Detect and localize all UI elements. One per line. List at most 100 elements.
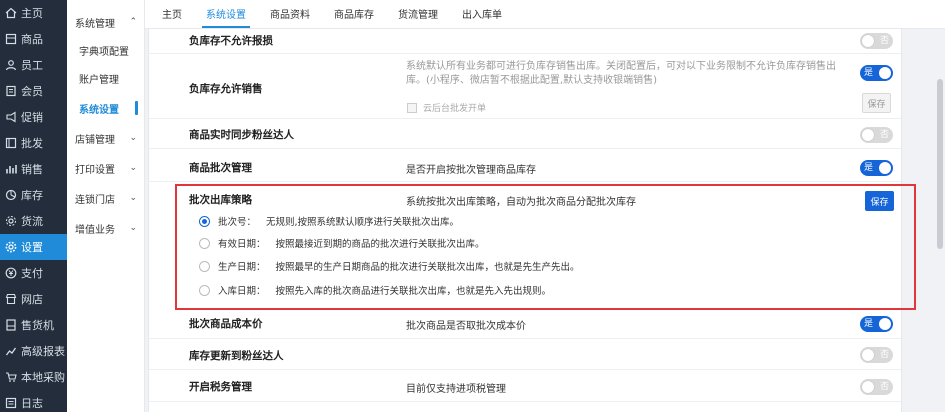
store-icon [5, 293, 17, 305]
checkbox-label: 云后台批发开单 [423, 104, 487, 114]
submenu-account[interactable]: 账户管理 [67, 67, 145, 89]
nav-item-payment[interactable]: 支付 [0, 260, 67, 286]
nav-item-product[interactable]: 商品 [0, 26, 67, 52]
nav-item-staff[interactable]: 员工 [0, 52, 67, 78]
nav-label: 员工 [21, 59, 43, 72]
chevron-down-icon: ⌄ [129, 223, 137, 233]
submenu-dict[interactable]: 字典项配置 [67, 39, 145, 61]
nav-label: 促销 [21, 111, 43, 124]
nav-label: 库存 [21, 189, 43, 202]
submenu-settings[interactable]: 系统设置 [67, 97, 145, 119]
checkbox-box[interactable] [407, 102, 417, 113]
nav-item-promo[interactable]: 促销 [0, 104, 67, 130]
submenu-label: 系统设置 [79, 104, 119, 116]
chevron-down-icon: ⌄ [129, 163, 137, 173]
submenu-system[interactable]: 系统管理 ⌃ [67, 11, 145, 33]
toggle-knob [862, 35, 874, 47]
setting-row-stock-fans: 库存更新到粉丝达人 否 [149, 339, 903, 370]
toggle-knob [879, 318, 891, 330]
scrollbar[interactable] [936, 29, 945, 412]
nav-item-report[interactable]: 高级报表 [0, 338, 67, 364]
nav-item-purchase[interactable]: 本地采购 [0, 364, 67, 390]
setting-label: 开启税务管理 [189, 381, 252, 393]
setting-label: 负库存允许销售 [189, 83, 263, 95]
nav-label: 高级报表 [21, 345, 65, 358]
submenu-label: 打印设置 [75, 164, 115, 176]
nav-item-wholesale[interactable]: 批发 [0, 130, 67, 156]
nav-item-store[interactable]: 网店 [0, 286, 67, 312]
selected-indicator [135, 101, 138, 115]
chevron-up-icon: ⌃ [129, 17, 137, 27]
tab-goods-flow[interactable]: 货流管理 [386, 0, 450, 28]
toggle-switch[interactable]: 否 [860, 379, 893, 395]
nav-item-home[interactable]: 主页 [0, 0, 67, 26]
home-icon [5, 7, 17, 19]
nav-label: 支付 [21, 267, 43, 280]
highlight-box [175, 184, 916, 310]
setting-row-neg-allowed: 负库存允许销售 系统默认所有业务都可进行负库存销售出库。关闭配置后，可对以下业务… [149, 54, 903, 119]
wholesale-icon [5, 137, 17, 149]
save-button[interactable]: 保存 [862, 93, 891, 113]
nav-item-log[interactable]: 日志 [0, 390, 67, 412]
toggle-switch[interactable]: 是 [860, 160, 893, 176]
toggle-text: 否 [879, 382, 889, 392]
toggle-switch[interactable]: 是 [860, 316, 893, 332]
nav-label: 本地采购 [21, 371, 65, 384]
toggle-switch[interactable]: 否 [860, 33, 893, 49]
submenu-value-added[interactable]: 增值业务 ⌄ [67, 217, 145, 239]
nav-label: 货流 [21, 215, 43, 228]
setting-label: 商品实时同步粉丝达人 [189, 129, 294, 141]
chevron-down-icon: ⌄ [129, 193, 137, 203]
nav-item-member[interactable]: 会员 [0, 78, 67, 104]
scrollbar-thumb[interactable] [937, 79, 943, 249]
gear-icon [5, 241, 17, 253]
inventory-icon [5, 189, 17, 201]
settings-panel: 负库存不允许报损 否 负库存允许销售 系统默认所有业务都可进行负库存销售出库。关… [148, 29, 916, 412]
nav-item-settings[interactable]: 设置 [0, 234, 67, 260]
toggle-text: 是 [864, 68, 874, 78]
nav-item-sales[interactable]: 销售 [0, 156, 67, 182]
setting-label: 批次商品成本价 [189, 318, 263, 330]
nav-label: 会员 [21, 85, 43, 98]
submenu-label: 增值业务 [75, 224, 115, 236]
submenu-label: 系统管理 [75, 18, 115, 30]
submenu-store[interactable]: 店铺管理 ⌄ [67, 127, 145, 149]
toggle-switch[interactable]: 否 [860, 127, 893, 143]
nav-label: 设置 [21, 241, 43, 254]
report-icon [5, 345, 17, 357]
nav-label: 批发 [21, 137, 43, 150]
nav-label: 主页 [21, 7, 43, 20]
payment-icon [5, 267, 17, 279]
tab-product-stock[interactable]: 商品库存 [322, 0, 386, 28]
tab-home[interactable]: 主页 [150, 0, 194, 28]
setting-description: 是否开启按批次管理商品库存 [406, 165, 536, 176]
setting-description: 批次商品是否取批次成本价 [406, 321, 526, 332]
tab-product-info[interactable]: 商品资料 [258, 0, 322, 28]
staff-icon [5, 59, 17, 71]
promo-icon [5, 111, 17, 123]
submenu-chain[interactable]: 连锁门店 ⌄ [67, 187, 145, 209]
setting-label: 商品批次管理 [189, 162, 252, 174]
tab-stock-orders[interactable]: 出入库单 [450, 0, 514, 28]
submenu-print[interactable]: 打印设置 ⌄ [67, 157, 145, 179]
toggle-knob [862, 349, 874, 361]
setting-row-neg-not-allowed: 负库存不允许报损 否 [149, 29, 903, 54]
tab-system-settings[interactable]: 系统设置 [194, 0, 258, 28]
toggle-knob [862, 129, 874, 141]
nav-label: 售货机 [21, 319, 54, 332]
toggle-text: 否 [879, 36, 889, 46]
setting-row-sync-fans: 商品实时同步粉丝达人 否 [149, 119, 903, 149]
toggle-switch[interactable]: 否 [860, 347, 893, 363]
toggle-text: 否 [879, 130, 889, 140]
nav-item-goods-flow[interactable]: 货流 [0, 208, 67, 234]
tab-bar: 主页 系统设置 商品资料 商品库存 货流管理 出入库单 [145, 0, 945, 29]
nav-item-inventory[interactable]: 库存 [0, 182, 67, 208]
setting-row-tax: 开启税务管理 目前仅支持进项税管理 否 [149, 370, 903, 402]
checkbox-wholesale-order[interactable]: 云后台批发开单 [407, 101, 486, 114]
product-icon [5, 33, 17, 45]
purchase-icon [5, 371, 17, 383]
toggle-switch[interactable]: 是 [860, 65, 893, 81]
toggle-text: 是 [864, 163, 874, 173]
nav-item-vending[interactable]: 售货机 [0, 312, 67, 338]
nav-label: 销售 [21, 163, 43, 176]
